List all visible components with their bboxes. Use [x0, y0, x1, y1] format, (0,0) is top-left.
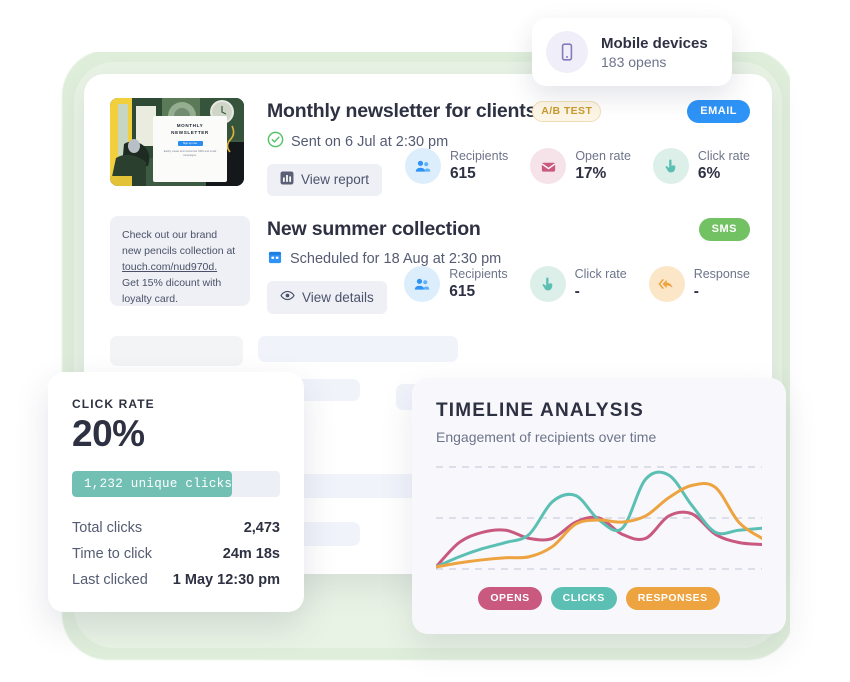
sms-line-3: Get 15% dicount with: [122, 277, 222, 289]
campaign-title: New summer collection: [267, 217, 481, 240]
skeleton-thumb: [110, 336, 243, 366]
reply-arrow-icon: [648, 266, 685, 302]
people-icon: [404, 148, 441, 184]
metric-row: Time to click 24m 18s: [72, 541, 280, 567]
view-report-label: View report: [301, 172, 370, 187]
stat-response: Response -: [648, 266, 750, 302]
stat-label: Recipients: [449, 148, 509, 163]
stat-label: Open rate: [575, 148, 631, 163]
click-rate-metrics: Total clicks 2,473 Time to click 24m 18s…: [72, 515, 280, 593]
metric-label: Time to click: [72, 545, 153, 562]
bar-chart-icon: [280, 171, 294, 188]
view-details-button[interactable]: View details: [267, 281, 387, 314]
sms-line-2: new pencils collection at: [122, 245, 236, 257]
campaign-status-text: Scheduled for 18 Aug at 2:30 pm: [290, 251, 502, 267]
sms-link: touch.com/nud970d.: [122, 261, 218, 273]
mobile-devices-card[interactable]: Mobile devices 183 opens: [532, 18, 732, 86]
campaign-type-badge: SMS: [698, 218, 750, 241]
calendar-icon: [267, 249, 283, 269]
click-hand-icon: [652, 148, 689, 184]
campaign-title-line: Monthly newsletter for clients A/B TEST: [267, 98, 750, 124]
mobile-devices-title: Mobile devices: [601, 34, 708, 52]
click-rate-kicker: CLICK RATE: [72, 397, 155, 411]
metric-value: 1 May 12:30 pm: [172, 571, 280, 588]
ab-test-badge: A/B TEST: [532, 100, 602, 122]
stat-recipients: Recipients 615: [404, 266, 508, 302]
metric-row: Total clicks 2,473: [72, 515, 280, 541]
series-responses: [434, 481, 764, 569]
campaign-thumbnail-email: MONTHLY NEWSLETTER Sign up now Easily cr…: [110, 98, 244, 186]
envelope-open-icon: [530, 148, 567, 184]
view-details-label: View details: [302, 289, 374, 305]
campaign-thumbnail-sms: Check out our brand new pencils collecti…: [110, 216, 250, 306]
timeline-analysis-card: TIMELINE ANALYSIS Engagement of recipien…: [412, 378, 786, 634]
unique-clicks-progress-fill: 1,232 unique clicks: [72, 470, 233, 497]
thumbnail-title: MONTHLY NEWSLETTER: [171, 123, 209, 135]
stat-value: 6%: [697, 165, 721, 182]
stat-value: -: [574, 283, 580, 300]
campaign-stats: Recipients 615 Click rate - Response -: [404, 266, 750, 302]
metric-row: Last clicked 1 May 12:30 pm: [72, 567, 280, 593]
stat-click-rate: Click rate -: [529, 266, 627, 302]
click-hand-icon: [529, 266, 566, 302]
eye-icon: [280, 288, 295, 306]
stat-recipients: Recipients 615: [404, 148, 509, 184]
stat-label: Click rate: [574, 266, 627, 281]
thumbnail-cta-button: Sign up now: [177, 140, 203, 146]
view-report-button[interactable]: View report: [267, 164, 383, 196]
legend-responses[interactable]: RESPONSES: [625, 587, 720, 610]
stat-value: 17%: [575, 165, 607, 182]
stat-value: 615: [449, 165, 476, 182]
metric-value: 2,473: [243, 519, 280, 536]
screenshot-root: MONTHLY NEWSLETTER Sign up now Easily cr…: [0, 0, 850, 682]
sms-line-4: loyalty card.: [122, 293, 179, 305]
metric-value: 24m 18s: [222, 545, 280, 562]
unique-clicks-progress: 1,232 unique clicks: [72, 470, 280, 497]
timeline-line-chart: [434, 466, 764, 570]
mobile-devices-subtitle: 183 opens: [601, 53, 667, 70]
click-rate-card: CLICK RATE 20% 1,232 unique clicks Total…: [48, 372, 304, 612]
sms-line-1: Check out our brand: [122, 229, 218, 241]
timeline-legend: OPENS CLICKS RESPONSES: [436, 587, 762, 610]
campaign-stats: Recipients 615 Open rate 17% Click rate …: [404, 148, 750, 184]
mobile-phone-icon: [546, 31, 588, 73]
stat-click-rate: Click rate 6%: [652, 148, 750, 184]
campaign-title: Monthly newsletter for clients: [267, 99, 537, 122]
click-rate-value: 20%: [72, 413, 145, 454]
people-icon: [404, 266, 441, 302]
legend-opens[interactable]: OPENS: [478, 587, 542, 610]
campaign-title-line: New summer collection: [267, 216, 750, 242]
metric-label: Last clicked: [72, 571, 148, 588]
timeline-subtitle: Engagement of recipients over time: [436, 429, 657, 445]
check-circle-icon: [267, 131, 284, 152]
timeline-title: TIMELINE ANALYSIS: [436, 400, 644, 421]
campaign-type-badge: EMAIL: [687, 100, 750, 123]
backdrop-mask-right: [790, 0, 850, 682]
stat-label: Response: [693, 266, 750, 281]
stat-open-rate: Open rate 17%: [530, 148, 631, 184]
backdrop-mask-left: [0, 370, 50, 682]
stat-label: Recipients: [449, 266, 508, 281]
stat-value: -: [693, 283, 699, 300]
metric-label: Total clicks: [72, 519, 143, 536]
thumbnail-caption: Easily create and customise SMS and emai…: [163, 149, 217, 158]
stat-label: Click rate: [697, 148, 750, 163]
legend-clicks[interactable]: CLICKS: [550, 587, 617, 610]
timeline-chart: [434, 461, 764, 577]
stat-value: 615: [449, 283, 476, 300]
skeleton-line-1: [258, 336, 458, 362]
thumbnail-email-card: MONTHLY NEWSLETTER Sign up now Easily cr…: [153, 116, 227, 182]
